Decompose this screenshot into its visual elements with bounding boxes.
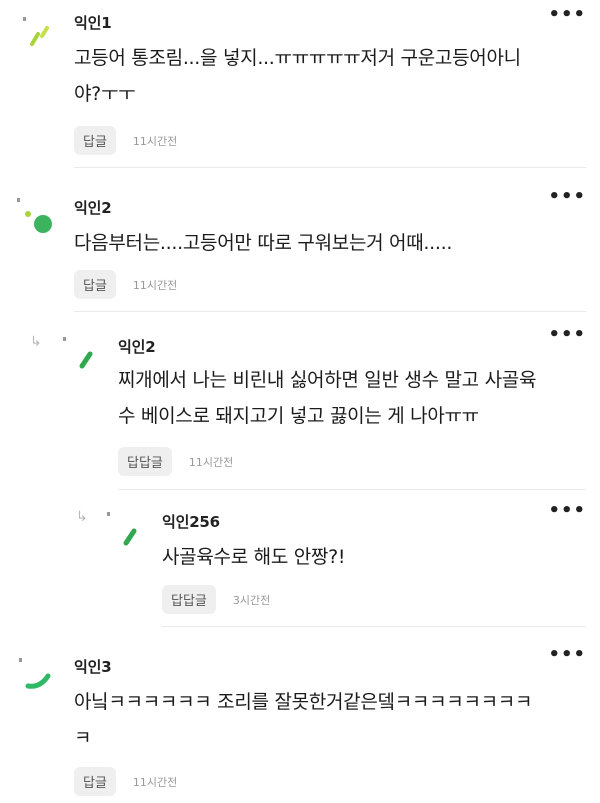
timestamp: 11시간전 [132,278,178,292]
reply-button[interactable]: 답답글 [162,585,216,614]
comment-line: 아닠ㅋㅋㅋㅋㅋㅋ 조리를 잘못한거같은뎈ㅋㅋㅋㅋㅋㅋㅋㅋ [74,691,533,713]
comment-author[interactable]: 익인3 [74,656,112,677]
timestamp: 11시간전 [188,455,234,469]
comment-line: 고등어 통조림...을 넣지...ㅠㅠㅠㅠㅠ저거 구운고등어아니 [74,47,521,69]
comment-meta: 답글 11시간전 [74,126,177,155]
timestamp: 11시간전 [132,775,178,789]
divider [162,626,586,627]
avatar[interactable] [22,16,62,56]
comment-line: 야?ㅜㅜ [74,83,136,105]
more-options-icon[interactable]: ••• [548,6,586,24]
more-options-icon[interactable]: ••• [548,646,586,664]
more-options-icon[interactable]: ••• [548,188,586,206]
comment-author[interactable]: 익인2 [118,336,156,357]
divider [74,311,586,312]
divider [74,167,586,168]
avatar[interactable] [16,196,56,236]
avatar[interactable] [62,336,102,376]
reply-button[interactable]: 답글 [74,126,116,155]
comment-author[interactable]: 익인1 [74,12,112,33]
reply-button[interactable]: 답글 [74,270,116,299]
avatar[interactable] [106,511,146,551]
comment-text: 찌개에서 나는 비린내 싫어하면 일반 생수 말고 사골육 수 베이스로 돼지고… [118,362,536,434]
more-options-icon[interactable]: ••• [548,502,586,520]
comment-text: 아닠ㅋㅋㅋㅋㅋㅋ 조리를 잘못한거같은뎈ㅋㅋㅋㅋㅋㅋㅋㅋ ㅋ [74,684,532,756]
reply-button[interactable]: 답글 [74,767,116,796]
comment-meta: 답글 11시간전 [74,767,177,796]
divider [118,489,586,490]
comment-meta: 답답글 11시간전 [118,447,233,476]
comment-meta: 답글 11시간전 [74,270,177,299]
comment-meta: 답답글 3시간전 [162,585,270,614]
comment-line: ㅋ [74,727,92,749]
comment-line: 다음부터는....고등어만 따로 구워보는거 어때..... [74,232,453,254]
comment-line: 사골육수로 해도 안짱?! [162,546,346,568]
comment-line: 찌개에서 나는 비린내 싫어하면 일반 생수 말고 사골육 [118,369,537,391]
timestamp: 3시간전 [232,593,271,607]
comment-text: 고등어 통조림...을 넣지...ㅠㅠㅠㅠㅠ저거 구운고등어아니 야?ㅜㅜ [74,40,521,112]
comment-text: 사골육수로 해도 안짱?! [162,539,346,575]
comment-text: 다음부터는....고등어만 따로 구워보는거 어때..... [74,225,452,261]
reply-arrow-icon: ↳ [76,509,88,525]
comment-author[interactable]: 익인2 [74,197,112,218]
avatar[interactable] [18,656,58,696]
comment-line: 수 베이스로 돼지고기 넣고 끓이는 게 나아ㅠㅠ [118,405,479,427]
more-options-icon[interactable]: ••• [548,326,586,344]
reply-arrow-icon: ↳ [30,334,42,350]
reply-button[interactable]: 답답글 [118,447,172,476]
timestamp: 11시간전 [132,134,178,148]
comment-author[interactable]: 익인256 [162,511,220,532]
